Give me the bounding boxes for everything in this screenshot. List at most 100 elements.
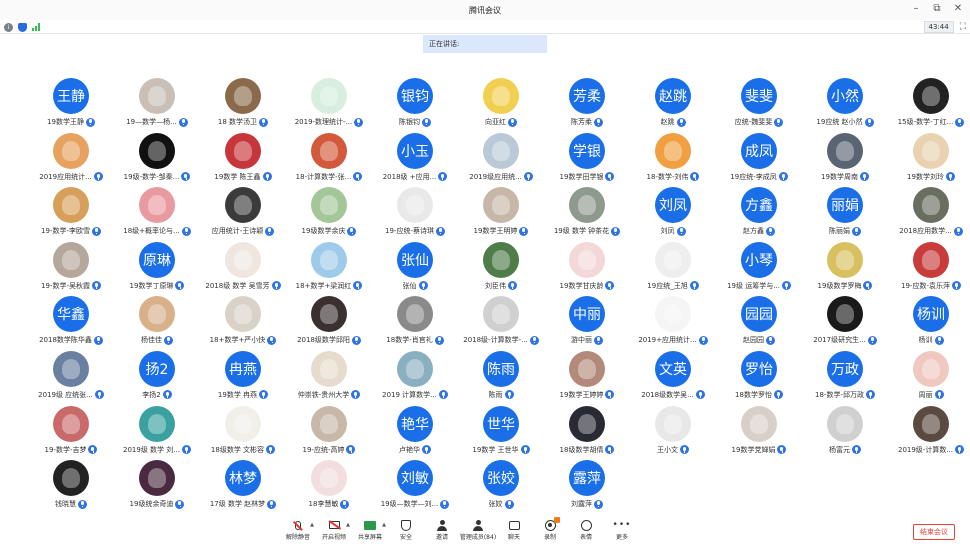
participant-tile[interactable]: 方鑫 赵方鑫: [722, 187, 796, 242]
chat-button[interactable]: 聊天: [496, 519, 532, 542]
caret-up-icon[interactable]: ▲: [310, 522, 314, 528]
participant-tile[interactable]: 19数学王婷婷: [550, 350, 624, 406]
shield-icon[interactable]: [18, 22, 27, 32]
participant-tile[interactable]: 艳华 卢艳华: [378, 405, 452, 461]
participant-tile[interactable]: 杨富元: [808, 405, 882, 461]
participant-tile[interactable]: 18李慧敏: [292, 460, 366, 515]
participant-tile[interactable]: 19-数学-吴秋霞: [34, 241, 108, 297]
participant-tile[interactable]: 19-应统-高婷: [292, 405, 366, 461]
participant-tile[interactable]: 2019 计算数学...: [378, 350, 452, 406]
participant-tile[interactable]: 张仙 张仙: [378, 241, 452, 297]
participant-tile[interactable]: 19级统余奇迪: [120, 460, 194, 515]
participant-tile[interactable]: 扬2 李扬2: [120, 350, 194, 406]
signal-icon[interactable]: [32, 23, 40, 31]
participant-tile[interactable]: 18级数学 文彬容: [206, 405, 280, 461]
participant-tile[interactable]: 林梦 17级 数学 赵林梦: [206, 460, 280, 515]
participant-tile[interactable]: 园园 赵园园: [722, 296, 796, 351]
participant-tile[interactable]: 19-数学-李欧雪: [34, 187, 108, 242]
participant-tile[interactable]: 19—数学—杨...: [120, 78, 194, 133]
participant-tile[interactable]: 陈雨 陈雨: [464, 350, 538, 406]
participant-tile[interactable]: 刘凤 刘凤: [636, 187, 710, 242]
fullscreen-icon[interactable]: ⛶: [960, 22, 966, 32]
participant-tile[interactable]: 周丽: [894, 350, 968, 406]
participant-tile[interactable]: 刘敏 19级—数学—刘...: [378, 460, 452, 515]
participant-tile[interactable]: 华鑫 2018数学陈华鑫: [34, 296, 108, 351]
participant-tile[interactable]: 杨训 杨训: [894, 296, 968, 351]
participant-tile[interactable]: 露萍 刘露萍: [550, 460, 624, 515]
participant-tile[interactable]: 仲崇铁-贵州大学: [292, 350, 366, 406]
participant-tile[interactable]: 万政 18-数学-邱万政: [808, 350, 882, 406]
participant-tile[interactable]: 18级数学胡倩: [550, 405, 624, 461]
participant-tile[interactable]: 世华 19数学 王世华: [464, 405, 538, 461]
participant-tile[interactable]: 18 数学汤卫: [206, 78, 280, 133]
participant-tile[interactable]: 19数学党婵娟: [722, 405, 796, 461]
participant-tile[interactable]: 向亚红: [464, 78, 538, 133]
participant-tile[interactable]: 19-应数-袁乐萍: [894, 241, 968, 297]
participant-tile[interactable]: 成凤 19应统-李成凤: [722, 132, 796, 188]
participant-tile[interactable]: 银钧 陈银钧: [378, 78, 452, 133]
participant-tile[interactable]: 19级-数学-邹秦...: [120, 132, 194, 188]
participant-tile[interactable]: 中丽 游中丽: [550, 296, 624, 351]
participant-tile[interactable]: 2018级 数学 吴雪芳: [205, 241, 281, 297]
participant-tile[interactable]: 18级+概率论与...: [120, 187, 194, 242]
participant-tile[interactable]: 罗怡 18数学罗怡: [722, 350, 796, 406]
participant-tile[interactable]: 2018应用数学...: [894, 187, 968, 242]
participant-tile[interactable]: 小琴 19级 运筹学与...: [722, 241, 796, 297]
participant-tile[interactable]: 19数学 陈王鑫: [206, 132, 280, 188]
participant-tile[interactable]: 杨佳佳: [120, 296, 194, 351]
participant-tile[interactable]: 原琳 19数学丁原琳: [120, 241, 194, 297]
participant-tile[interactable]: 应用统计-王诗颖: [206, 187, 280, 242]
participant-tile[interactable]: 19级数学余庆: [292, 187, 366, 242]
participant-tile[interactable]: 张姣 张姣: [464, 460, 538, 515]
participant-tile[interactable]: 钱晓慧: [34, 460, 108, 515]
participant-tile[interactable]: 斐斐 应统-魏斐斐: [722, 78, 796, 133]
participant-tile[interactable]: 小然 19应统 赵小然: [808, 78, 882, 133]
participant-tile[interactable]: 2018级数学邱阳: [292, 296, 366, 351]
invite-button[interactable]: 邀请: [424, 519, 460, 542]
participant-tile[interactable]: 2017级研究生...: [808, 296, 882, 351]
participant-tile[interactable]: 19数学周南: [808, 132, 882, 188]
share-screen-button[interactable]: ▲ 共享屏幕: [352, 519, 388, 542]
participant-tile[interactable]: 2019应用统计...: [34, 132, 108, 188]
participant-tile[interactable]: 19数学刘玲: [894, 132, 968, 188]
participant-tile[interactable]: 刘臣伟: [464, 241, 538, 297]
participant-tile[interactable]: 19数学甘庆龄: [550, 241, 624, 297]
manage-members-button[interactable]: 管理成员(84): [460, 519, 496, 542]
participant-tile[interactable]: 2019-数理统计-...: [292, 78, 366, 133]
minimize-icon[interactable]: –: [910, 3, 922, 15]
participant-tile[interactable]: 王静 19数学王静: [34, 78, 108, 133]
participant-tile[interactable]: 19-数学-吉梦: [34, 405, 108, 461]
caret-up-icon[interactable]: ▲: [382, 522, 386, 528]
participant-tile[interactable]: 18数学-肖官礼: [378, 296, 452, 351]
participant-tile[interactable]: 王小文: [636, 405, 710, 461]
participant-tile[interactable]: 学银 19数学田学银: [550, 132, 624, 188]
participant-tile[interactable]: 2019+应用统计...: [636, 296, 710, 351]
participant-tile[interactable]: 18+数学+严小快: [206, 296, 280, 351]
participant-tile[interactable]: 19级数学罗梅: [808, 241, 882, 297]
participant-tile[interactable]: 18-计算数学-张...: [292, 132, 366, 188]
participant-tile[interactable]: 2019级 数学 刘...: [120, 405, 194, 461]
info-icon[interactable]: i: [4, 22, 13, 32]
participant-tile[interactable]: 19应统_王旭: [636, 241, 710, 297]
participant-tile[interactable]: 丽娟 陈丽娟: [808, 187, 882, 242]
reaction-button[interactable]: 表情: [568, 519, 604, 542]
record-button[interactable]: 录制: [532, 517, 568, 542]
restore-icon[interactable]: ⧉: [931, 3, 943, 15]
participant-tile[interactable]: 18+数学+梁润红: [292, 241, 366, 297]
participant-tile[interactable]: 2019级应用统...: [464, 132, 538, 188]
close-icon[interactable]: ✕: [952, 3, 964, 15]
end-meeting-button[interactable]: 结束会议: [913, 524, 955, 540]
security-button[interactable]: 安全: [388, 519, 424, 542]
participant-tile[interactable]: 18-数学-刘伟: [636, 132, 710, 188]
participant-tile[interactable]: 2019级-计算数...: [894, 405, 968, 461]
participant-tile[interactable]: 文英 2018级数学吴...: [636, 350, 710, 406]
participant-tile[interactable]: 赵跳 赵跳: [636, 78, 710, 133]
caret-up-icon[interactable]: ▲: [346, 522, 350, 528]
participant-tile[interactable]: 冉燕 19数学 冉燕: [206, 350, 280, 406]
participant-tile[interactable]: 2018级-计算数学-...: [463, 296, 539, 351]
participant-tile[interactable]: 19级 数学 钟茶花: [550, 187, 624, 242]
participant-tile[interactable]: 19-应统-蔡诗琪: [378, 187, 452, 242]
unmute-button[interactable]: ▲ 解除静音: [280, 519, 316, 542]
participant-tile[interactable]: 小玉 2018级 +应用...: [378, 132, 452, 188]
start-video-button[interactable]: ▲ 开启视频: [316, 519, 352, 542]
